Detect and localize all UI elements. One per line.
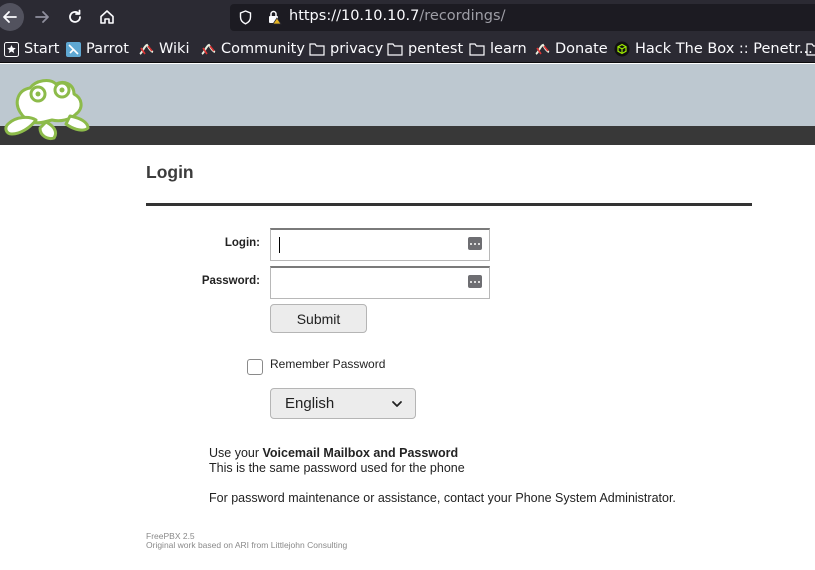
browser-toolbar: https://10.10.10.7/recordings/ bbox=[0, 0, 815, 35]
login-input[interactable] bbox=[271, 230, 489, 260]
bookmark-label: Donate bbox=[555, 41, 608, 57]
folder-icon bbox=[387, 41, 403, 57]
url-path: /recordings/ bbox=[419, 8, 506, 24]
remember-password-checkbox[interactable] bbox=[247, 359, 263, 375]
donate-icon bbox=[534, 41, 550, 57]
submit-button[interactable]: Submit bbox=[270, 304, 367, 333]
login-field[interactable] bbox=[270, 228, 490, 261]
bookmark-wiki[interactable]: Wiki bbox=[138, 39, 189, 59]
password-input[interactable] bbox=[271, 268, 489, 298]
hackthebox-cube-icon bbox=[614, 41, 630, 57]
bookmarks-bar: Start Parrot Wiki Community privacy pent… bbox=[0, 35, 815, 63]
bookmark-parrot[interactable]: Parrot bbox=[65, 39, 129, 59]
bookmark-label: learn bbox=[490, 41, 527, 57]
community-icon bbox=[200, 41, 216, 57]
parrot-icon bbox=[65, 41, 81, 57]
language-select[interactable]: English bbox=[270, 388, 416, 419]
reload-icon bbox=[69, 9, 81, 23]
bookmark-community[interactable]: Community bbox=[200, 39, 305, 59]
folder-icon bbox=[309, 41, 325, 57]
back-button[interactable] bbox=[0, 3, 24, 31]
header-bar bbox=[0, 126, 815, 145]
info-line-2: This is the same password used for the p… bbox=[209, 461, 465, 475]
remember-password-label: Remember Password bbox=[270, 357, 386, 371]
wiki-icon bbox=[138, 41, 154, 57]
page-header bbox=[0, 64, 815, 126]
bookmark-donate[interactable]: Donate bbox=[534, 39, 608, 59]
folder-icon bbox=[469, 41, 485, 57]
forward-button[interactable] bbox=[29, 4, 55, 30]
info-line-3: For password maintenance or assistance, … bbox=[209, 491, 676, 505]
password-label: Password: bbox=[201, 275, 260, 287]
info-bold: Voicemail Mailbox and Password bbox=[262, 446, 459, 460]
page-title: Login bbox=[146, 162, 194, 182]
arrow-right-icon bbox=[35, 11, 49, 23]
title-divider bbox=[146, 203, 752, 206]
key-dots-icon[interactable] bbox=[468, 237, 482, 250]
bookmark-label: privacy bbox=[330, 41, 384, 57]
footer-credits: Original work based on ARI from Littlejo… bbox=[146, 540, 348, 550]
arrow-left-icon bbox=[3, 11, 17, 23]
bookmark-folder-learn[interactable]: learn bbox=[469, 39, 527, 59]
bookmark-overflow-folder[interactable] bbox=[806, 39, 815, 59]
bookmark-label: Community bbox=[221, 41, 305, 57]
info-prefix: Use your bbox=[209, 446, 263, 460]
address-bar[interactable]: https://10.10.10.7/recordings/ bbox=[230, 4, 815, 31]
bookmark-label: Start bbox=[24, 41, 60, 57]
insecure-lock-icon[interactable] bbox=[266, 9, 282, 29]
url-text[interactable]: https://10.10.10.7/recordings/ bbox=[289, 8, 505, 24]
bookmark-hackthebox[interactable]: Hack The Box :: Penetr... bbox=[614, 39, 813, 59]
key-dots-icon[interactable] bbox=[468, 275, 482, 288]
bookmark-label: pentest bbox=[408, 41, 464, 57]
bookmark-start[interactable]: Start bbox=[3, 39, 59, 59]
shield-icon[interactable] bbox=[239, 10, 252, 29]
bookmark-label: Hack The Box :: Penetr... bbox=[635, 41, 813, 57]
folder-icon bbox=[806, 41, 815, 57]
url-host: https://10.10.10.7 bbox=[289, 8, 420, 24]
home-icon bbox=[100, 10, 114, 24]
bookmark-folder-pentest[interactable]: pentest bbox=[387, 39, 463, 59]
text-caret bbox=[279, 237, 280, 253]
password-field[interactable] bbox=[270, 266, 490, 299]
freepbx-frog-logo bbox=[0, 72, 92, 144]
login-label: Login: bbox=[224, 237, 260, 249]
bookmark-label: Wiki bbox=[159, 41, 190, 57]
chevron-down-icon bbox=[391, 397, 403, 414]
info-line-1: Use your Voicemail Mailbox and Password bbox=[209, 446, 458, 460]
star-page-icon bbox=[3, 41, 19, 57]
bookmark-folder-privacy[interactable]: privacy bbox=[309, 39, 383, 59]
home-button[interactable] bbox=[94, 4, 120, 30]
bookmark-label: Parrot bbox=[86, 41, 129, 57]
reload-button[interactable] bbox=[62, 4, 88, 30]
language-selected-value: English bbox=[285, 395, 335, 412]
